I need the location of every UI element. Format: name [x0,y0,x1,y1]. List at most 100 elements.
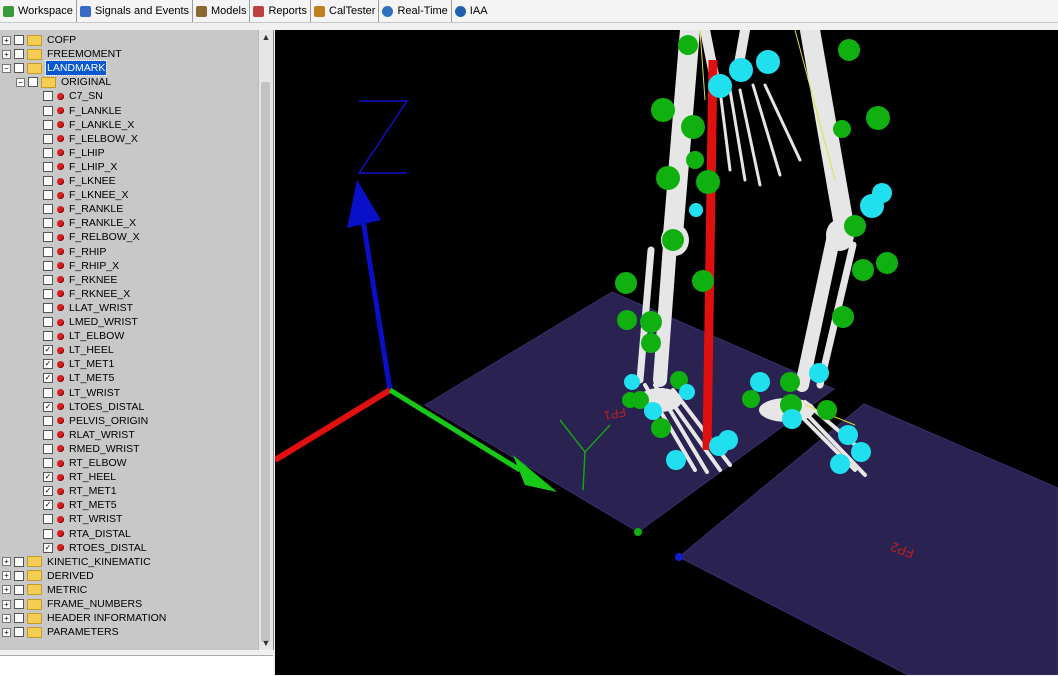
tree-item-landmark[interactable]: ✓ LT_MET5 [40,371,115,385]
tree-folder[interactable]: + FRAME_NUMBERS [2,597,143,611]
expand-toggle-icon[interactable]: − [16,77,25,87]
tree-item-landmark[interactable]: C7_SN [40,89,104,103]
checkbox[interactable] [43,91,53,102]
checkbox[interactable] [43,429,53,440]
tree-folder[interactable]: + KINETIC_KINEMATIC [2,555,152,569]
checkbox[interactable] [43,528,53,539]
expand-toggle-icon[interactable]: + [2,585,11,595]
tree-item-landmark[interactable]: F_RELBOW_X [40,230,141,244]
tree-item-landmark[interactable]: F_RHIP [40,245,107,259]
scroll-up-arrow-icon[interactable]: ▲ [259,30,273,44]
tree-item-landmark[interactable]: LLAT_WRIST [40,301,134,315]
expand-toggle-icon[interactable]: + [2,557,11,567]
tab-caltester[interactable]: CalTester [311,0,380,22]
tree-item-landmark[interactable]: ✓ RT_MET1 [40,484,118,498]
tree-item-landmark[interactable]: ✓ RT_MET5 [40,498,118,512]
checkbox[interactable]: ✓ [43,542,53,553]
expand-toggle-icon[interactable]: + [2,627,11,637]
expand-toggle-icon[interactable]: + [2,571,11,581]
checkbox[interactable] [14,627,24,638]
checkbox[interactable] [43,415,53,426]
tab-models[interactable]: Models [193,0,251,22]
checkbox[interactable] [43,161,53,172]
expand-toggle-icon[interactable]: + [2,35,11,45]
tree-item-landmark[interactable]: F_RKNEE_X [40,287,131,301]
checkbox[interactable] [14,613,24,624]
scroll-thumb[interactable] [261,82,270,642]
tree-folder[interactable]: + METRIC [2,583,88,597]
tree-folder[interactable]: + COFP [2,33,77,47]
tab-real-time[interactable]: Real-Time [379,0,452,22]
checkbox[interactable] [14,584,24,595]
checkbox[interactable] [43,458,53,468]
checkbox[interactable]: ✓ [43,500,53,511]
tree-item-landmark[interactable]: PELVIS_ORIGIN [40,414,149,428]
tab-workspace[interactable]: Workspace [0,0,77,22]
tree-item-landmark[interactable]: F_LANKLE [40,104,123,118]
checkbox[interactable] [14,49,24,60]
checkbox[interactable] [43,176,53,186]
tree-item-landmark[interactable]: F_LKNEE [40,174,117,188]
tree-item-landmark[interactable]: RLAT_WRIST [40,428,136,442]
tree-item-landmark[interactable]: RTA_DISTAL [40,527,132,541]
expand-toggle-icon[interactable]: + [2,599,11,609]
tree-item-landmark[interactable]: ✓ LT_MET1 [40,357,115,371]
3d-viewport[interactable]: FP1 FP2 [275,30,1058,675]
tree-item-landmark[interactable]: LT_ELBOW [40,329,125,343]
tree-item-landmark[interactable]: ✓ LT_HEEL [40,343,115,357]
checkbox[interactable] [43,232,53,243]
checkbox[interactable] [43,204,53,215]
checkbox[interactable] [43,317,53,327]
tree-item-landmark[interactable]: F_RKNEE [40,273,118,287]
tree-folder-original[interactable]: − ORIGINAL [16,75,112,89]
tree-item-landmark[interactable]: LT_WRIST [40,386,121,400]
tree-item-landmark[interactable]: F_LHIP [40,146,106,160]
tree-item-landmark[interactable]: ✓ RTOES_DISTAL [40,541,148,555]
signal-tree-panel[interactable]: + COFP + FREEMOMENT − LANDMARK − ORIGINAL C7_SN F… [0,30,274,650]
checkbox[interactable] [43,105,53,116]
checkbox[interactable] [43,133,53,144]
tree-item-landmark[interactable]: RT_ELBOW [40,456,128,470]
checkbox[interactable] [14,599,24,609]
checkbox[interactable] [43,190,53,201]
checkbox[interactable]: ✓ [43,359,53,370]
tree-item-landmark[interactable]: ✓ LTOES_DISTAL [40,400,145,414]
tree-item-landmark[interactable]: LMED_WRIST [40,315,139,329]
checkbox[interactable] [43,302,53,313]
checkbox[interactable] [43,218,53,229]
checkbox[interactable] [43,274,53,285]
checkbox[interactable] [14,570,24,581]
tree-item-landmark[interactable]: F_LANKLE_X [40,118,135,132]
command-input[interactable] [0,655,273,676]
tree-item-landmark[interactable]: F_LKNEE_X [40,188,130,202]
checkbox[interactable]: ✓ [43,373,53,384]
tab-signals-and-events[interactable]: Signals and Events [77,0,193,22]
tree-item-landmark[interactable]: RMED_WRIST [40,442,141,456]
checkbox[interactable] [43,387,53,398]
tree-item-landmark[interactable]: F_RANKLE [40,202,124,216]
checkbox[interactable] [43,119,53,130]
expand-toggle-icon[interactable]: + [2,49,11,59]
checkbox[interactable] [43,331,53,342]
checkbox[interactable] [43,288,53,299]
expand-toggle-icon[interactable]: − [2,63,11,73]
tree-item-landmark[interactable]: F_LELBOW_X [40,132,139,146]
expand-toggle-icon[interactable]: + [2,613,11,623]
tree-folder[interactable]: + PARAMETERS [2,625,120,639]
tree-item-landmark[interactable]: F_LHIP_X [40,160,118,174]
checkbox[interactable] [14,63,24,74]
3d-scene[interactable]: FP1 FP2 [275,30,1058,675]
checkbox[interactable] [14,35,24,45]
checkbox[interactable] [43,443,53,454]
checkbox[interactable] [28,77,38,88]
checkbox[interactable] [14,556,24,567]
checkbox[interactable] [43,260,53,271]
tree-item-landmark[interactable]: F_RHIP_X [40,259,120,273]
tree-folder[interactable]: + FREEMOMENT [2,47,123,61]
scroll-down-arrow-icon[interactable]: ▼ [259,636,273,650]
tab-reports[interactable]: Reports [250,0,311,22]
tree-item-landmark[interactable]: ✓ RT_HEEL [40,470,117,484]
checkbox[interactable] [43,246,53,257]
tree-folder[interactable]: + HEADER INFORMATION [2,611,167,625]
checkbox[interactable]: ✓ [43,472,53,483]
